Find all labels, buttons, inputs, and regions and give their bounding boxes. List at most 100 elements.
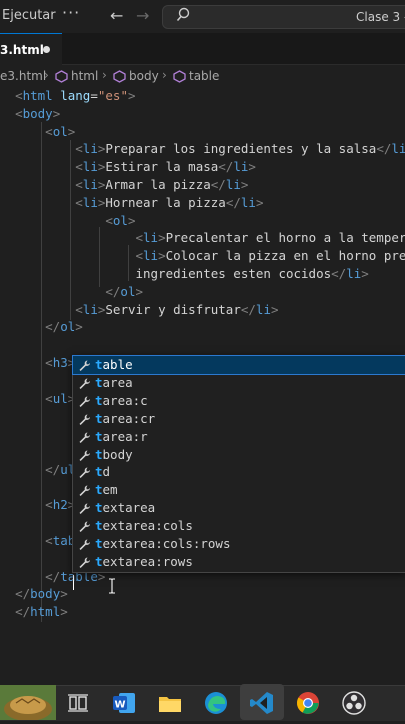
code-token: < xyxy=(45,533,53,548)
code-token: ingredientes esten cocidos xyxy=(135,266,332,281)
code-line[interactable]: <li>Estirar la masa</li> xyxy=(0,158,256,176)
code-line[interactable]: < xyxy=(0,407,83,425)
menu-more-button[interactable]: ··· xyxy=(62,3,80,22)
code-token: = xyxy=(90,88,98,103)
wrench-icon xyxy=(79,539,90,550)
code-line[interactable]: <body> xyxy=(0,105,60,123)
code-token: "es" xyxy=(97,88,128,103)
suggestion-item[interactable]: tem xyxy=(73,481,405,499)
code-line[interactable]: <h3>L xyxy=(0,354,83,372)
code-token: < xyxy=(75,159,83,175)
code-line[interactable]: <ol> xyxy=(0,212,135,230)
suggestion-item[interactable]: table xyxy=(72,355,405,375)
suggestion-label: tbody xyxy=(95,446,133,462)
code-token: < xyxy=(45,355,53,370)
word-letter: W xyxy=(114,700,125,711)
code-line[interactable]: </ul> xyxy=(0,461,83,479)
code-line[interactable]: <html lang="es"> xyxy=(0,87,135,105)
suggestion-item[interactable]: tarea:c xyxy=(73,392,405,410)
chrome-icon[interactable] xyxy=(294,689,322,717)
code-line[interactable]: <li>Colocar la pizza en el horno precalo xyxy=(0,247,405,265)
wrench-icon xyxy=(79,432,90,443)
vscode-icon[interactable] xyxy=(248,689,276,717)
code-line[interactable]: <ol> xyxy=(0,123,75,141)
code-line[interactable]: <li>Servir y disfrutar</li> xyxy=(0,301,279,319)
suggestion-item[interactable]: tarea:cr xyxy=(73,410,405,428)
suggestion-label: textarea:rows xyxy=(95,553,193,569)
code-token: h2 xyxy=(52,497,68,513)
suggestion-item[interactable]: textarea:cols xyxy=(73,517,405,535)
code-line[interactable]: </ol> xyxy=(0,318,83,336)
code-line[interactable]: < xyxy=(0,425,83,443)
suggestion-label: textarea:cols:rows xyxy=(95,536,231,551)
suggestion-item[interactable]: textarea:rows xyxy=(73,553,405,571)
wrench-icon xyxy=(79,557,90,568)
code-token: ol xyxy=(52,123,68,139)
text-cursor xyxy=(73,575,74,590)
suggestion-item[interactable]: tbody xyxy=(73,446,405,464)
code-line[interactable]: t xyxy=(0,550,83,568)
code-line[interactable]: ingredientes esten cocidos</li> xyxy=(0,265,368,283)
obs-icon[interactable] xyxy=(340,689,368,717)
code-line[interactable]: </body> xyxy=(0,585,68,603)
code-line[interactable]: </ol> xyxy=(0,283,143,301)
code-line[interactable]: </html> xyxy=(0,603,68,621)
suggestion-item[interactable]: textarea:cols:rows xyxy=(73,535,405,553)
breadcrumb-html[interactable]: html xyxy=(71,69,98,83)
word-icon[interactable]: W xyxy=(110,689,138,717)
code-line[interactable]: <li>Hornear la pizza</li> xyxy=(0,194,263,212)
suggestion-item[interactable]: textarea xyxy=(73,499,405,517)
element-icon xyxy=(113,70,126,83)
code-line[interactable]: <tabl xyxy=(0,532,83,550)
file-explorer-icon[interactable] xyxy=(156,689,184,717)
code-token: li xyxy=(225,177,241,192)
code-line[interactable]: <li>Preparar los ingredientes y la salsa… xyxy=(0,140,405,158)
breadcrumb-body[interactable]: body xyxy=(129,69,159,83)
suggestion-item[interactable]: td xyxy=(73,463,405,481)
code-token: h3 xyxy=(52,355,68,370)
code-token: > xyxy=(270,301,279,317)
turtle-wallpaper-thumbnail[interactable] xyxy=(0,685,56,721)
code-token: < xyxy=(135,230,143,246)
edge-icon[interactable] xyxy=(202,689,230,717)
suggestion-widget[interactable]: table tarea tarea:c tarea:cr tarea:r tbody td t… xyxy=(72,355,405,573)
nav-forward-button[interactable]: → xyxy=(136,6,149,25)
code-token: > xyxy=(135,283,144,299)
suggestion-label: tarea:cr xyxy=(95,410,156,426)
code-token: > xyxy=(52,105,61,121)
code-line[interactable]: <ul> xyxy=(0,390,75,408)
menu-run[interactable]: Ejecutar xyxy=(2,8,56,23)
wrench-icon xyxy=(79,378,90,389)
code-token: Estirar la masa xyxy=(105,159,219,175)
code-token: body xyxy=(22,105,53,121)
code-token: li xyxy=(240,194,256,210)
code-token: ol xyxy=(120,283,136,299)
code-token: </ xyxy=(210,177,226,192)
breadcrumb-file[interactable]: e3.html xyxy=(0,69,46,83)
code-token: ol xyxy=(112,212,128,228)
ibeam-cursor-icon xyxy=(109,578,115,594)
code-line[interactable]: <li>Precalentar el horno a la temperatu xyxy=(0,229,405,247)
code-token: > xyxy=(60,586,68,602)
code-line[interactable]: <li>Armar la pizza</li> xyxy=(0,176,248,194)
breadcrumb-table[interactable]: table xyxy=(189,69,219,83)
nav-back-button[interactable]: ← xyxy=(110,6,123,25)
code-line[interactable]: < xyxy=(0,443,83,461)
code-token: > xyxy=(248,159,256,175)
code-line[interactable]: <h2>T xyxy=(0,496,83,514)
suggestion-item[interactable]: tarea:r xyxy=(73,428,405,446)
unsaved-dot-icon[interactable] xyxy=(43,46,50,53)
code-token: li xyxy=(82,141,98,157)
code-token: li xyxy=(255,301,271,317)
task-view-icon[interactable] xyxy=(64,689,92,717)
code-token: li xyxy=(143,230,159,246)
suggestion-item[interactable]: tarea xyxy=(73,374,405,392)
